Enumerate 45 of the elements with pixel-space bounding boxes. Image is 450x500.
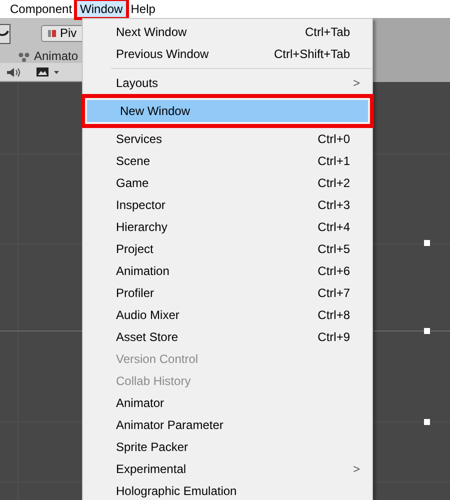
shortcut-text: Ctrl+2 xyxy=(318,175,350,192)
menu-item[interactable]: Animation Ctrl+6 xyxy=(83,260,372,282)
shortcut-text: Ctrl+Tab xyxy=(304,24,350,41)
shortcut-text: Ctrl+6 xyxy=(318,263,350,280)
menu-item[interactable]: Asset Store Ctrl+9 xyxy=(83,326,372,348)
menu-item[interactable]: Services Ctrl+0 xyxy=(83,128,372,150)
menu-item[interactable]: Inspector Ctrl+3 xyxy=(83,194,372,216)
menu-item[interactable]: Profiler Ctrl+7 xyxy=(83,282,372,304)
shortcut-text: Ctrl+9 xyxy=(318,329,350,346)
shortcut-text: Ctrl+7 xyxy=(318,285,350,302)
shortcut-text: Ctrl+1 xyxy=(318,153,350,170)
menu-item[interactable]: New Window xyxy=(87,100,368,122)
menu-item[interactable]: Sprite Packer xyxy=(83,436,372,458)
menu-item[interactable]: Layouts > xyxy=(83,72,372,94)
menu-bar-item[interactable]: Window xyxy=(76,0,127,18)
animator-icon xyxy=(18,52,30,62)
menu-item[interactable]: Game Ctrl+2 xyxy=(83,172,372,194)
tool-icon[interactable] xyxy=(0,24,11,44)
pivot-icon xyxy=(48,29,57,38)
shortcut-text: Ctrl+0 xyxy=(318,131,350,148)
shortcut-text: Ctrl+Shift+Tab xyxy=(274,46,350,63)
shortcut-text: Ctrl+5 xyxy=(318,241,350,258)
menu-item[interactable]: Holographic Emulation xyxy=(83,480,372,500)
shortcut-text: Ctrl+3 xyxy=(318,197,350,214)
menu-item[interactable]: Experimental > xyxy=(83,458,372,480)
menu-item[interactable]: Hierarchy Ctrl+4 xyxy=(83,216,372,238)
menu-item[interactable]: Animator Parameter xyxy=(83,414,372,436)
submenu-arrow: > xyxy=(352,75,360,92)
shortcut-text: Ctrl+4 xyxy=(318,219,350,236)
menu-item[interactable]: Audio Mixer Ctrl+8 xyxy=(83,304,372,326)
image-icon[interactable] xyxy=(36,67,49,77)
animator-tab[interactable]: Animato xyxy=(34,50,78,63)
speaker-icon[interactable] xyxy=(6,66,20,78)
menu-item[interactable]: Scene Ctrl+1 xyxy=(83,150,372,172)
menu-bar-item[interactable]: Help xyxy=(126,0,160,18)
menu-item[interactable]: Animator xyxy=(83,392,372,414)
keyframe-marker[interactable] xyxy=(424,240,430,246)
shortcut-text: Ctrl+8 xyxy=(318,307,350,324)
menu-item[interactable]: Previous Window Ctrl+Shift+Tab xyxy=(83,43,372,65)
menu-item[interactable]: Project Ctrl+5 xyxy=(83,238,372,260)
menu-bar-item[interactable]: Component xyxy=(6,0,76,18)
keyframe-marker[interactable] xyxy=(424,328,430,334)
dropdown-caret-icon[interactable] xyxy=(54,70,59,74)
keyframe-marker[interactable] xyxy=(424,419,430,425)
submenu-arrow: > xyxy=(352,461,360,478)
